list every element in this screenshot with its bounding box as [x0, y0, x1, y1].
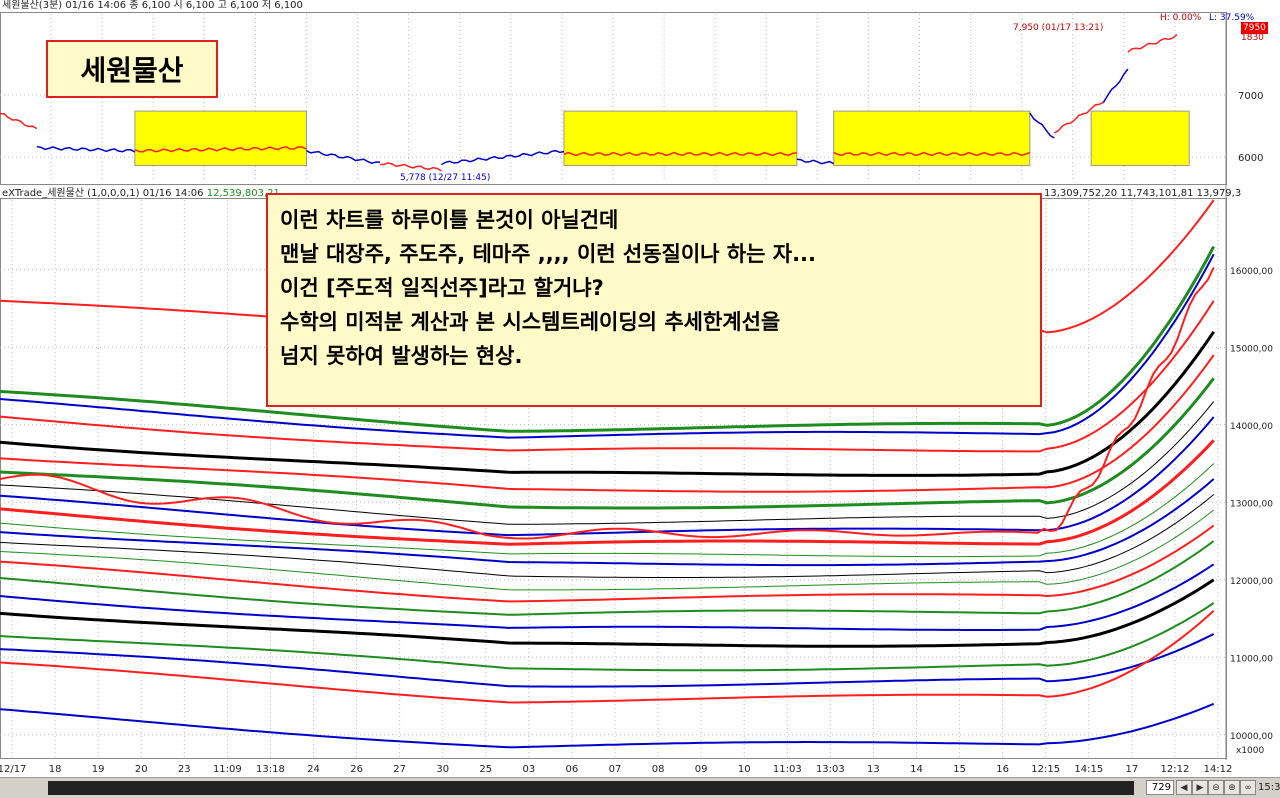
hi-pct-label: H: 0.00%	[1160, 13, 1202, 23]
x-tick-label: 13:18	[256, 764, 285, 775]
annotation-line: 수학의 미적분 계산과 본 시스템트레이딩의 추세한계선을	[280, 310, 781, 334]
x-tick-label: 23	[178, 764, 191, 775]
corner-time-label: 15:33	[1258, 782, 1280, 793]
highlight-boxes	[134, 110, 1190, 167]
scroll-track[interactable]	[48, 781, 1134, 795]
price-segment	[1127, 34, 1178, 53]
stock-title-box: 세원물산	[46, 40, 218, 98]
x-tick-label: 16	[996, 764, 1009, 775]
x-tick-label: 12:15	[1031, 764, 1060, 775]
highlight-box	[1090, 110, 1190, 167]
scroll-left-button[interactable]: ◀	[1176, 780, 1192, 795]
x-tick-label: 12/17	[0, 764, 26, 775]
zoom-in-button[interactable]: ⊕	[1224, 780, 1240, 795]
x-tick-label: 14:15	[1074, 764, 1103, 775]
annotation-line: 이런 차트를 하루이틀 본것이 아닐건데	[280, 208, 619, 232]
top-y-axis: 6000 7000	[1238, 91, 1263, 164]
bottom-y-tick-label: 11000,00	[1230, 654, 1273, 664]
trend-band-line	[0, 401, 1215, 525]
x-tick-label: 13:03	[816, 764, 845, 775]
annotation-line: 맨날 대장주, 주도주, 테마주 ,,,, 이런 선동질이나 하는 자...	[280, 242, 817, 266]
price-segment	[306, 150, 381, 164]
price-segment	[1102, 68, 1129, 103]
annotation-line: 이건 [주도적 일직선주]라고 할거냐?	[280, 276, 604, 300]
x-tick-label: 11:09	[213, 764, 242, 775]
x-tick-label: 07	[609, 764, 622, 775]
x-tick-label: 27	[393, 764, 406, 775]
fit-button[interactable]: ∞	[1240, 780, 1256, 795]
highlight-box	[134, 110, 307, 167]
x-tick-label: 03	[522, 764, 535, 775]
trend-band-line	[0, 633, 1215, 688]
bottom-y-tick-label: 15000,00	[1230, 344, 1273, 354]
high-marker-label: 7,950 (01/17 13:21)	[1013, 23, 1104, 33]
last-change-label: 1830	[1241, 33, 1264, 43]
x-tick-label: 12:12	[1161, 764, 1190, 775]
x-tick-label: 06	[566, 764, 579, 775]
annotation-line: 넘지 못하여 발생하는 현상.	[280, 344, 523, 368]
x-tick-label: 24	[307, 764, 320, 775]
x-tick-label: 15	[953, 764, 966, 775]
bottom-y-tick-label: 12000,00	[1230, 577, 1273, 587]
trend-band-line	[0, 702, 1215, 749]
chart-scrollbar[interactable]: 729 ◀ ▶ ⊖ ⊕ ∞ 15:33	[0, 777, 1280, 798]
x-tick-label: 26	[350, 764, 363, 775]
bottom-y-tick-label: 14000,00	[1230, 422, 1273, 432]
price-segment	[1029, 112, 1055, 139]
x-tick-label: 17	[1125, 764, 1138, 775]
price-segment	[36, 145, 136, 153]
ratio-label: x1000	[1236, 746, 1265, 756]
zoom-out-button[interactable]: ⊖	[1208, 780, 1224, 795]
trend-band-line	[0, 509, 1215, 591]
bottom-y-tick-label: 10000,00	[1230, 732, 1273, 742]
trend-band-line	[0, 478, 1215, 567]
x-tick-label: 10	[738, 764, 751, 775]
zoom-input[interactable]: 729	[1146, 780, 1174, 795]
x-tick-label: 20	[135, 764, 148, 775]
trend-band-line	[0, 540, 1215, 616]
annotation-box: 이런 차트를 하루이틀 본것이 아닐건데 맨날 대장주, 주도주, 테마주 ,,…	[266, 193, 1042, 407]
bottom-y-axis: 10000,00 11000,00 12000,00 13000,00 14000,00…	[1230, 267, 1273, 742]
bottom-y-tick-label: 13000,00	[1230, 499, 1273, 509]
bottom-y-tick-label: 16000,00	[1230, 267, 1273, 277]
trend-band-line	[0, 563, 1215, 631]
scroll-right-button[interactable]: ▶	[1192, 780, 1208, 795]
header-mid-right: 13,309,752,20 11,743,101,81 13,979,3	[1044, 188, 1242, 199]
price-segment	[0, 112, 38, 130]
x-tick-label: 14:12	[1204, 764, 1233, 775]
x-tick-label: 18	[49, 764, 62, 775]
x-tick-label: 09	[695, 764, 708, 775]
highlight-box	[833, 110, 1031, 167]
x-tick-label: 19	[92, 764, 105, 775]
x-tick-label: 30	[436, 764, 449, 775]
x-tick-label: 14	[910, 764, 923, 775]
x-tick-label: 08	[652, 764, 665, 775]
top-y-tick-label: 6000	[1238, 153, 1263, 164]
chart-header-mid: eXTrade_세원물산 (1,0,0,0,1) 01/16 14:06 12,…	[2, 188, 280, 200]
x-axis: 12/17 18 19 20 23 11:09 13:18 24 26 27 30 25 03 06 07 0…	[0, 764, 1232, 775]
highlight-box	[563, 110, 798, 167]
low-marker-label: 5,778 (12/27 11:45)	[400, 173, 491, 183]
top-y-tick-label: 7000	[1238, 91, 1263, 102]
chart-header-top: 세원물산(3분) 01/16 14:06 종 6,100 시 6,100 고 6…	[2, 0, 303, 11]
header-mid-left: eXTrade_세원물산 (1,0,0,0,1) 01/16 14:06	[2, 188, 204, 199]
x-tick-label: 25	[479, 764, 492, 775]
price-segment	[796, 158, 835, 165]
price-segment	[380, 162, 442, 172]
x-tick-label: 13	[867, 764, 880, 775]
x-tick-label: 11:03	[773, 764, 802, 775]
